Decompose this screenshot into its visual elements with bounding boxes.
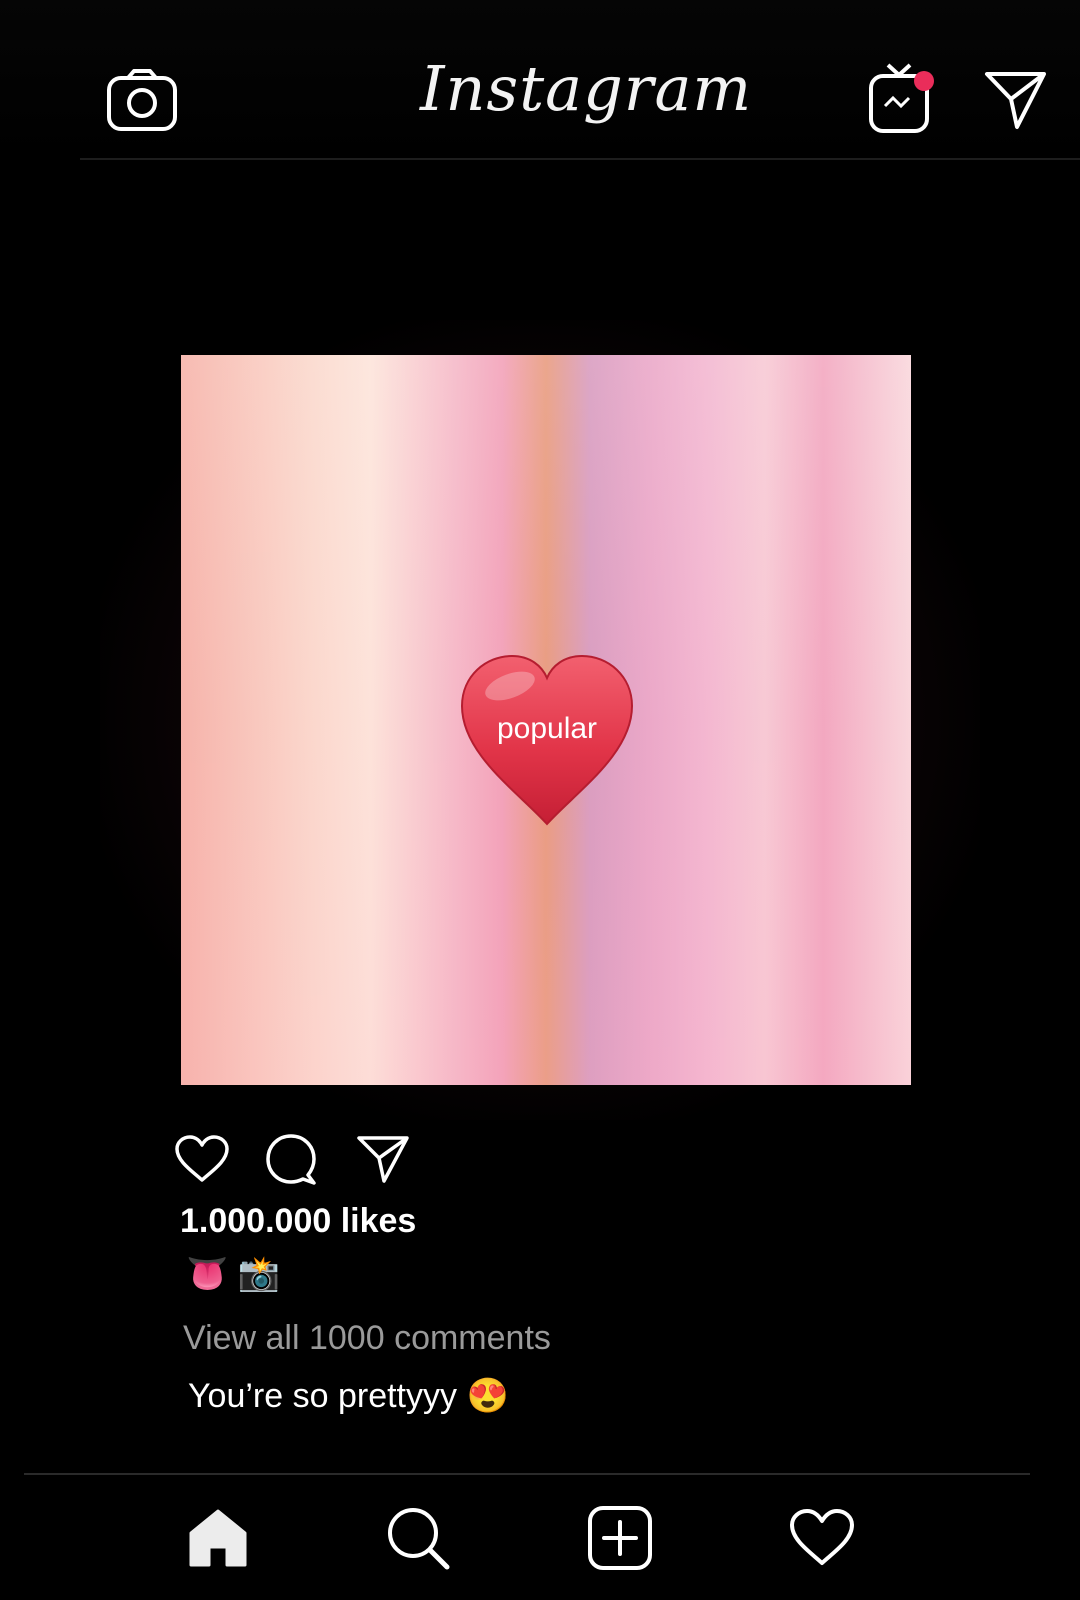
post-caption: 👅 📸: [186, 1255, 281, 1293]
search-icon: [388, 1508, 450, 1570]
like-icon[interactable]: [174, 1134, 230, 1184]
instagram-logo: Instagram: [420, 52, 753, 125]
top-bar: Instagram: [0, 0, 1080, 160]
nav-search[interactable]: [378, 1498, 458, 1578]
nav-home[interactable]: [178, 1498, 258, 1578]
view-comments-link[interactable]: View all 1000 comments: [183, 1319, 551, 1358]
nav-activity[interactable]: [782, 1498, 862, 1578]
likes-count[interactable]: 1.000.000 likes: [180, 1202, 416, 1241]
new-post-icon: [588, 1506, 652, 1570]
comment-text: You’re so prettyyy 😍: [188, 1377, 509, 1415]
nav-new-post[interactable]: [580, 1498, 660, 1578]
header-divider: [80, 158, 1080, 160]
post-actions: [174, 1130, 434, 1186]
activity-icon: [790, 1509, 854, 1565]
bottom-nav: [0, 1476, 1080, 1600]
home-icon: [189, 1509, 247, 1567]
sticker-label: popular: [496, 712, 598, 745]
direct-message-icon[interactable]: [984, 70, 1048, 130]
comment-icon[interactable]: [264, 1132, 318, 1186]
camera-icon[interactable]: [106, 68, 178, 132]
nav-divider: [24, 1473, 1030, 1475]
notification-dot: [914, 71, 934, 91]
share-icon[interactable]: [356, 1134, 410, 1184]
